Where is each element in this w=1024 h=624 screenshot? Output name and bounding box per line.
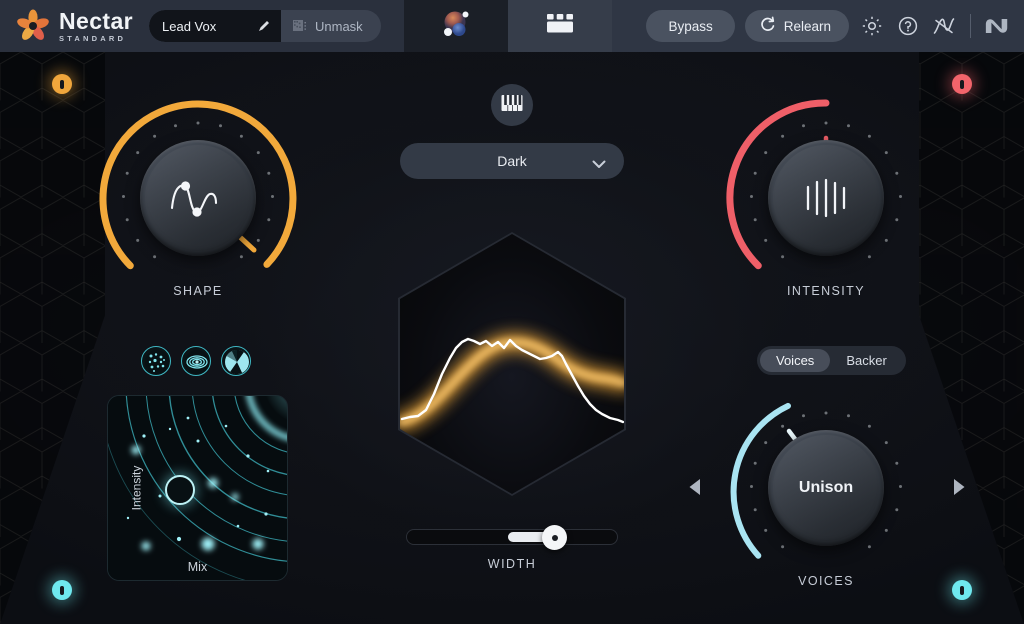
voices-knob-value: Unison (798, 479, 854, 496)
style-dropdown-value: Dark (497, 153, 527, 169)
brand-subtitle: STANDARD (59, 34, 127, 44)
triangle-right-icon (954, 479, 965, 495)
brand-name: Nectar (59, 7, 133, 34)
sphere-icon (436, 7, 476, 46)
gear-icon[interactable] (859, 13, 885, 39)
preset-name: Lead Vox (162, 18, 217, 34)
tab-modules[interactable] (508, 0, 612, 52)
native-instruments-logo[interactable] (984, 13, 1010, 39)
mode-button-rings[interactable] (181, 346, 211, 376)
voices-knob[interactable]: Unison VOICES (726, 388, 926, 588)
mode-button-particles[interactable] (141, 346, 171, 376)
voices-next-button[interactable] (948, 474, 970, 500)
xy-pad-x-label: Mix (187, 560, 208, 574)
help-circle-icon[interactable] (895, 13, 921, 39)
bypass-label: Bypass (668, 18, 713, 34)
waveform-curve-icon (170, 181, 218, 217)
plugin-window: Nectar STANDARD Lead Vox Unmask Bypass R… (0, 0, 1024, 624)
bypass-button[interactable]: Bypass (646, 10, 735, 42)
toggle-option-backer[interactable]: Backer (830, 349, 902, 372)
intensity-knob[interactable]: INTENSITY (726, 98, 926, 298)
mode-button-wedges[interactable] (221, 346, 251, 376)
voices-knob-label: VOICES (798, 574, 854, 588)
shape-knob-cap[interactable] (140, 140, 256, 256)
header-left-section: Nectar STANDARD Lead Vox Unmask (0, 0, 404, 52)
triangle-left-icon (689, 479, 700, 495)
xy-pad-y-label: Intensity (129, 465, 144, 511)
nectar-flower-icon (16, 9, 50, 43)
vertical-bars-icon (806, 178, 846, 218)
voices-backer-toggle[interactable]: Voices Backer (757, 346, 906, 375)
relearn-button[interactable]: Relearn (744, 10, 849, 42)
width-slider-handle[interactable] (542, 525, 567, 550)
unmask-icon (293, 19, 308, 33)
scribble-icon[interactable] (931, 13, 957, 39)
shape-knob-label: SHAPE (173, 284, 223, 298)
header-right-section: Bypass Relearn (612, 0, 1024, 52)
style-dropdown[interactable]: Dark (400, 143, 624, 179)
voices-prev-button[interactable] (684, 474, 706, 500)
chevron-down-icon (592, 156, 606, 174)
brand-text: Nectar STANDARD (59, 9, 133, 43)
piano-keys-button[interactable] (491, 84, 533, 126)
brand-logo: Nectar STANDARD (16, 9, 133, 43)
tab-voice-assistant[interactable] (404, 0, 508, 52)
xy-pad[interactable]: Intensity Mix (107, 395, 288, 581)
header-divider (970, 14, 971, 38)
led-bottom-left[interactable] (52, 580, 72, 600)
preset-group: Lead Vox Unmask (149, 10, 381, 42)
led-top-right[interactable] (952, 74, 972, 94)
voices-knob-cap[interactable]: Unison (768, 430, 884, 546)
modules-rack-icon (545, 12, 575, 41)
width-slider-label: WIDTH (487, 557, 537, 571)
shape-knob[interactable]: SHAPE (98, 98, 298, 298)
pencil-icon[interactable] (257, 19, 271, 33)
xy-pad-handle[interactable] (165, 475, 195, 505)
preset-field[interactable]: Lead Vox (149, 10, 281, 42)
piano-keys-icon (501, 94, 523, 117)
led-bottom-right[interactable] (952, 580, 972, 600)
intensity-knob-cap[interactable] (768, 140, 884, 256)
unmask-label: Unmask (315, 18, 363, 34)
relearn-label: Relearn (783, 18, 831, 34)
circular-arrow-icon (759, 16, 776, 36)
toggle-option-voices[interactable]: Voices (760, 349, 831, 372)
width-slider[interactable]: WIDTH (406, 525, 618, 571)
led-top-left[interactable] (52, 74, 72, 94)
header-bar: Nectar STANDARD Lead Vox Unmask Bypass R… (0, 0, 1024, 52)
intensity-knob-label: INTENSITY (787, 284, 865, 298)
unmask-button[interactable]: Unmask (281, 10, 381, 42)
